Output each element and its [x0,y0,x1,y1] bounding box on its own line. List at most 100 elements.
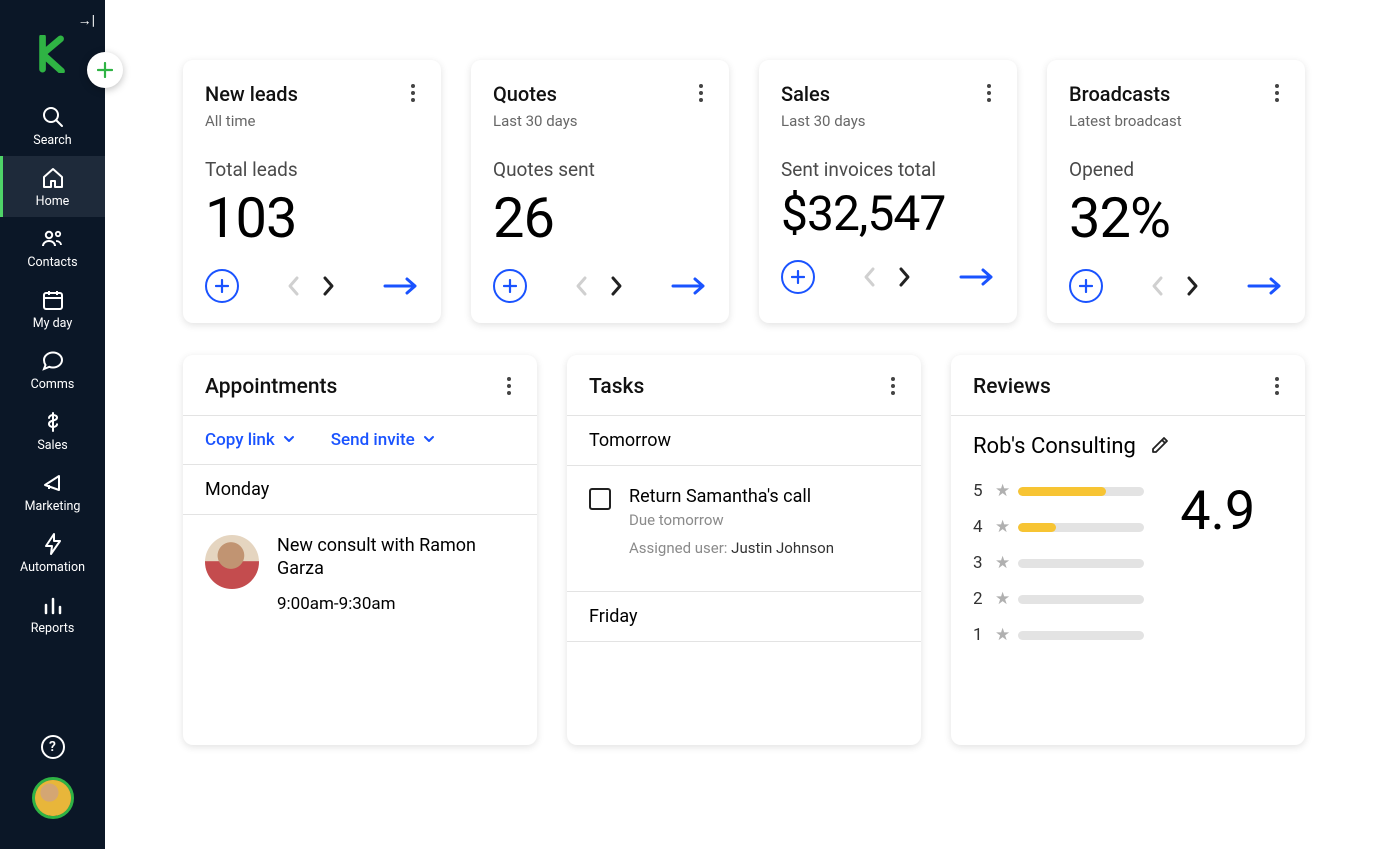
chevron-right-icon[interactable] [1185,275,1199,297]
star-icon: ★ [995,625,1010,645]
nav-comms[interactable]: Comms [0,339,105,400]
edit-icon[interactable] [1150,435,1170,459]
more-icon[interactable] [1271,82,1283,104]
task-assigned: Assigned user: Justin Johnson [629,539,834,557]
logo [37,35,69,77]
nav-label: Search [33,133,71,148]
appointment-item[interactable]: New consult with Ramon Garza 9:00am-9:30… [183,515,537,634]
more-icon[interactable] [887,375,899,397]
home-icon [41,166,65,190]
star-icon: ★ [995,517,1010,537]
stat-row: New leads All time Total leads 103 Quote… [183,60,1305,323]
nav-myday[interactable]: My day [0,278,105,339]
chevron-left-icon[interactable] [863,266,877,288]
calendar-icon [41,288,65,312]
day-label: Monday [183,465,537,514]
card-subtitle: All time [205,112,419,130]
bolt-icon [41,532,65,556]
contact-avatar [205,535,259,589]
nav-label: Marketing [25,499,81,514]
day-label: Friday [567,592,921,641]
help-icon[interactable]: ? [41,735,65,759]
nav-label: Comms [31,377,75,392]
card-title: Broadcasts [1069,82,1170,106]
collapse-sidebar-icon[interactable]: →| [78,8,105,29]
card-title: Quotes [493,82,557,106]
card-subtitle: Latest broadcast [1069,112,1283,130]
main-content: New leads All time Total leads 103 Quote… [105,0,1373,849]
chevron-down-icon [283,430,295,450]
chat-icon [41,349,65,373]
more-icon[interactable] [503,375,515,397]
chevron-left-icon[interactable] [575,275,589,297]
chevron-down-icon [423,430,435,450]
appointment-time: 9:00am-9:30am [277,594,515,614]
search-icon [41,105,65,129]
star-icon: ★ [995,481,1010,501]
user-avatar[interactable] [32,777,74,819]
chevron-right-icon[interactable] [897,266,911,288]
nav: Search Home Contacts My day Comms Sales … [0,95,105,644]
nav-automation[interactable]: Automation [0,522,105,583]
card-subtitle: Last 30 days [493,112,707,130]
nav-contacts[interactable]: Contacts [0,217,105,278]
chart-icon [41,593,65,617]
chevron-right-icon[interactable] [321,275,335,297]
contacts-icon [41,227,65,251]
card-title: Appointments [205,375,337,399]
nav-label: My day [33,316,73,331]
send-invite-action[interactable]: Send invite [331,430,435,450]
add-icon[interactable] [1069,269,1103,303]
stat-label: Total leads [205,158,419,181]
dollar-icon [41,410,65,434]
go-arrow-icon[interactable] [959,267,995,287]
rating-row: 2★ [973,589,1144,609]
copy-link-action[interactable]: Copy link [205,430,295,450]
go-arrow-icon[interactable] [671,276,707,296]
chevron-right-icon[interactable] [609,275,623,297]
more-icon[interactable] [983,82,995,104]
stat-card-newleads: New leads All time Total leads 103 [183,60,441,323]
nav-label: Reports [31,621,75,636]
more-icon[interactable] [695,82,707,104]
nav-sales[interactable]: Sales [0,400,105,461]
add-icon[interactable] [781,260,815,294]
card-subtitle: Last 30 days [781,112,995,130]
add-icon[interactable] [493,269,527,303]
chevron-left-icon[interactable] [287,275,301,297]
rating-row: 3★ [973,553,1144,573]
more-icon[interactable] [1271,375,1283,397]
more-icon[interactable] [407,82,419,104]
nav-home[interactable]: Home [0,156,105,217]
nav-reports[interactable]: Reports [0,583,105,644]
appointment-title: New consult with Ramon Garza [277,535,515,580]
rating-row: 1★ [973,625,1144,645]
stat-value: $32,547 [781,185,995,242]
appointments-card: Appointments Copy link Send invite Monda… [183,355,537,745]
card-title: Sales [781,82,830,106]
chevron-left-icon[interactable] [1151,275,1165,297]
stat-value: 26 [493,185,707,251]
add-button[interactable] [87,52,123,88]
reviews-company: Rob's Consulting [973,434,1136,459]
task-due: Due tomorrow [629,511,834,529]
stat-card-quotes: Quotes Last 30 days Quotes sent 26 [471,60,729,323]
go-arrow-icon[interactable] [1247,276,1283,296]
rating-row: 4★ [973,517,1144,537]
task-checkbox[interactable] [589,488,611,510]
card-title: Tasks [589,375,644,399]
task-item[interactable]: Return Samantha's call Due tomorrow Assi… [567,466,921,577]
nav-marketing[interactable]: Marketing [0,461,105,522]
star-icon: ★ [995,553,1010,573]
nav-label: Home [36,194,70,209]
add-icon[interactable] [205,269,239,303]
stat-label: Quotes sent [493,158,707,181]
stat-card-broadcasts: Broadcasts Latest broadcast Opened 32% [1047,60,1305,323]
stat-value: 103 [205,185,419,251]
nav-search[interactable]: Search [0,95,105,156]
rating-row: 5★ [973,481,1144,501]
go-arrow-icon[interactable] [383,276,419,296]
bottom-row: Appointments Copy link Send invite Monda… [183,355,1305,745]
megaphone-icon [41,471,65,495]
copy-link-label: Copy link [205,430,275,450]
